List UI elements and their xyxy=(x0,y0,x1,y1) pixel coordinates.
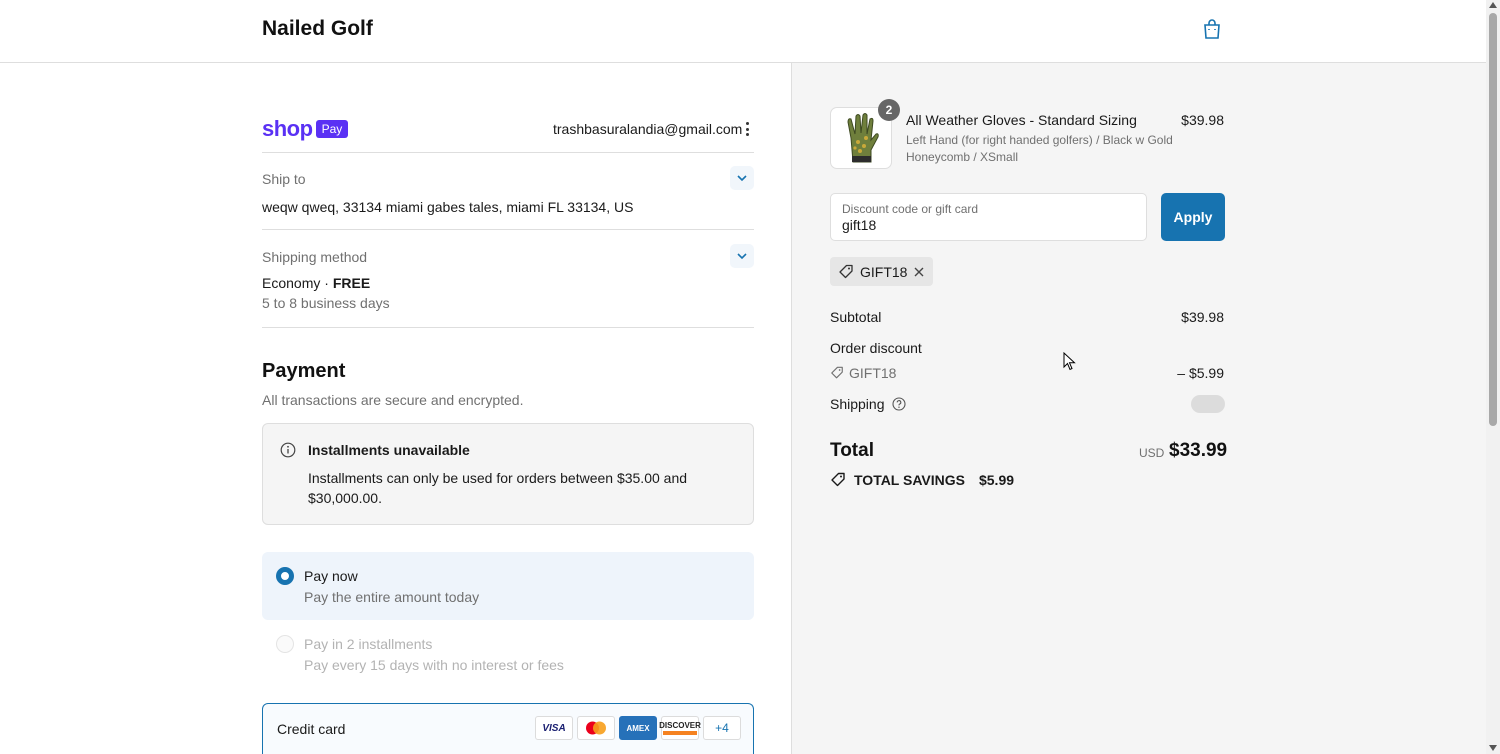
ship-to-label: Ship to xyxy=(262,171,306,187)
shipping-method-eta: 5 to 8 business days xyxy=(262,295,390,311)
subtotal-label: Subtotal xyxy=(830,309,882,325)
visa-icon: VISA xyxy=(535,716,573,740)
pay-installments-radio xyxy=(276,635,294,653)
credit-card-option[interactable]: Credit card VISA AMEX DISCOVER +4 xyxy=(262,703,754,754)
total-savings-value: $5.99 xyxy=(978,472,1015,488)
order-discount-code: GIFT18 xyxy=(830,365,896,381)
discover-icon: DISCOVER xyxy=(659,716,701,740)
scrollbar-thumb[interactable] xyxy=(1489,13,1497,426)
page-scrollbar[interactable] xyxy=(1486,0,1500,754)
mastercard-icon xyxy=(577,716,615,740)
discover-label: DISCOVER xyxy=(659,721,701,730)
remove-code-icon[interactable] xyxy=(913,266,925,278)
shipping-method-separator: · xyxy=(320,275,333,291)
payment-title: Payment xyxy=(262,360,346,382)
payment-subtitle: All transactions are secure and encrypte… xyxy=(262,392,524,408)
pay-installments-option: Pay in 2 installments Pay every 15 days … xyxy=(262,620,754,688)
total-label: Total xyxy=(830,440,874,461)
shopping-bag-icon[interactable] xyxy=(1200,17,1224,41)
pay-installments-title: Pay in 2 installments xyxy=(304,636,433,652)
mouse-cursor-icon xyxy=(1063,351,1077,372)
notice-title: Installments unavailable xyxy=(308,442,470,458)
ship-to-address: weqw qweq, 33134 miami gabes tales, miam… xyxy=(262,199,634,215)
page-header: Nailed Golf xyxy=(0,0,1486,63)
info-icon xyxy=(280,442,296,458)
scroll-down-arrow-icon[interactable] xyxy=(1489,745,1497,751)
order-summary: 2 All Weather Gloves - Standard Sizing L… xyxy=(791,63,1486,754)
help-icon[interactable] xyxy=(892,397,906,414)
discount-input[interactable] xyxy=(842,217,1132,233)
discount-field[interactable]: Discount code or gift card xyxy=(830,193,1147,241)
shipping-label-row: Shipping xyxy=(830,396,906,414)
shipping-loading-placeholder xyxy=(1191,395,1225,413)
pay-installments-subtitle: Pay every 15 days with no interest or fe… xyxy=(304,657,564,673)
kebab-menu-icon[interactable] xyxy=(741,120,753,138)
order-discount-value: – $5.99 xyxy=(1177,365,1224,381)
shipping-method-label: Shipping method xyxy=(262,249,368,265)
divider xyxy=(262,152,754,153)
order-discount-code-text: GIFT18 xyxy=(849,365,897,381)
shop-pay-badge: Pay xyxy=(315,120,349,138)
credit-card-label: Credit card xyxy=(277,721,346,737)
applied-code-chip: GIFT18 xyxy=(830,257,934,286)
chevron-down-icon xyxy=(737,175,747,182)
card-brands: VISA AMEX DISCOVER +4 xyxy=(535,716,741,740)
shipping-label: Shipping xyxy=(830,396,885,412)
shop-pay-logo: shop Pay xyxy=(262,116,349,142)
shop-pay-word: shop xyxy=(262,116,313,141)
divider xyxy=(262,327,754,328)
apply-button[interactable]: Apply xyxy=(1161,193,1225,241)
tag-icon xyxy=(831,366,843,379)
shipping-method-expand-button[interactable] xyxy=(730,244,754,268)
total-value: $33.99 xyxy=(1169,440,1228,461)
total-savings-label: TOTAL SAVINGS xyxy=(854,472,965,488)
quantity-badge: 2 xyxy=(878,99,900,121)
shipping-method-value: Economy · FREE xyxy=(262,275,370,291)
chevron-down-icon xyxy=(737,253,747,260)
more-cards-badge: +4 xyxy=(703,716,741,740)
pay-now-subtitle: Pay the entire amount today xyxy=(304,589,480,605)
tag-icon xyxy=(839,264,853,278)
divider xyxy=(262,229,754,230)
applied-code-text: GIFT18 xyxy=(860,263,908,280)
amex-icon: AMEX xyxy=(619,716,657,740)
scroll-up-arrow-icon[interactable] xyxy=(1489,2,1497,8)
pay-now-title: Pay now xyxy=(304,568,358,584)
shipping-method-price: FREE xyxy=(332,275,371,291)
pay-now-option[interactable]: Pay now Pay the entire amount today xyxy=(262,552,754,620)
installments-notice: Installments unavailable Installments ca… xyxy=(262,423,754,525)
product-price: $39.98 xyxy=(1181,112,1224,128)
product-name: All Weather Gloves - Standard Sizing xyxy=(906,112,1137,128)
total-currency: USD xyxy=(1139,446,1165,460)
ship-to-expand-button[interactable] xyxy=(730,166,754,190)
store-name[interactable]: Nailed Golf xyxy=(262,17,373,41)
notice-body: Installments can only be used for orders… xyxy=(308,470,688,506)
tag-icon xyxy=(831,472,845,487)
order-discount-label: Order discount xyxy=(830,340,922,356)
checkout-main: shop Pay trashbasuralandia@gmail.com Shi… xyxy=(0,63,791,754)
product-variant: Left Hand (for right handed golfers) / B… xyxy=(906,133,1173,164)
total-savings: TOTAL SAVINGS $5.99 xyxy=(830,472,1014,488)
discount-field-label: Discount code or gift card xyxy=(842,202,979,216)
account-email: trashbasuralandia@gmail.com xyxy=(553,121,743,137)
pay-now-radio[interactable] xyxy=(276,567,294,585)
shipping-method-name: Economy xyxy=(262,275,321,291)
subtotal-value: $39.98 xyxy=(1181,309,1224,325)
